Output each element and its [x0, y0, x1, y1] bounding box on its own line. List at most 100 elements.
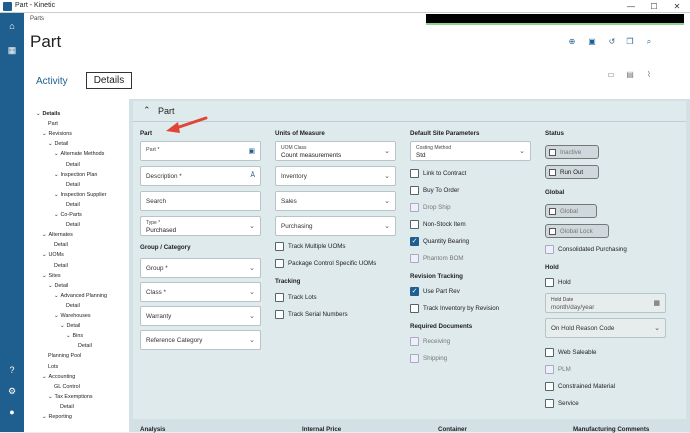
settings-icon[interactable]: ⚙ — [5, 384, 19, 398]
web-saleable-checkbox[interactable] — [545, 348, 554, 357]
help-icon[interactable]: ? — [5, 363, 19, 377]
track-inventory-revision-checkbox[interactable] — [410, 304, 419, 313]
collapse-chevron-icon[interactable]: ⌃ — [143, 105, 151, 116]
hold-date-field[interactable]: Hold Date month/day/year ▦ — [545, 293, 666, 313]
expand-chevron-icon[interactable]: ⌄ — [42, 414, 47, 420]
buy-to-order-checkbox[interactable] — [410, 186, 419, 195]
purchasing-uom-select[interactable]: Purchasing ⌄ — [275, 216, 396, 236]
nav-item-inspection-supplier[interactable]: ⌄ Inspection Supplier — [54, 192, 106, 198]
add-icon[interactable]: ⊕ — [567, 37, 577, 47]
nav-item-lots[interactable]: Lots — [48, 364, 58, 370]
service-checkbox[interactable] — [545, 399, 554, 408]
breadcrumb[interactable]: Parts — [30, 16, 44, 22]
part-field[interactable]: Part * ▣ — [140, 141, 261, 161]
nav-item-alternates[interactable]: ⌄ Alternates — [42, 232, 73, 238]
uom-class-select[interactable]: UOM Class Count measurements ⌄ — [275, 141, 396, 161]
expand-chevron-icon[interactable]: ⌄ — [48, 394, 53, 400]
track-lots-checkbox[interactable] — [275, 293, 284, 302]
costing-method-select[interactable]: Costing Method Std ⌄ — [410, 141, 531, 161]
close-button[interactable]: ✕ — [666, 0, 688, 13]
expand-chevron-icon[interactable]: ⌄ — [54, 172, 59, 178]
drop-ship-checkbox[interactable] — [410, 203, 419, 212]
card-icon[interactable]: ▤ — [625, 70, 635, 80]
calendar-icon[interactable]: ▦ — [653, 299, 660, 307]
nav-item-detail[interactable]: ⌄ Detail — [60, 323, 80, 329]
nav-item-detail[interactable]: ⌄ Detail — [48, 283, 68, 289]
expand-chevron-icon[interactable]: ⌄ — [36, 111, 41, 117]
save-icon[interactable]: ▣ — [587, 37, 597, 47]
expand-chevron-icon[interactable]: ⌄ — [54, 313, 59, 319]
description-field[interactable]: Description * Ā — [140, 166, 261, 186]
document-icon[interactable]: ▭ — [606, 70, 616, 80]
inventory-uom-select[interactable]: Inventory ⌄ — [275, 166, 396, 186]
nav-item-detail[interactable]: Detail — [66, 303, 80, 309]
nav-item-detail[interactable]: Detail — [66, 202, 80, 208]
apps-grid-icon[interactable]: ▦ — [5, 43, 19, 57]
expand-chevron-icon[interactable]: ⌄ — [42, 273, 47, 279]
run-out-toggle[interactable]: Run Out — [545, 165, 599, 179]
phantom-bom-checkbox[interactable] — [410, 254, 419, 263]
expand-chevron-icon[interactable]: ⌄ — [42, 131, 47, 137]
nav-item-tax-exemptions[interactable]: ⌄ Tax Exemptions — [48, 394, 93, 400]
expand-chevron-icon[interactable]: ⌄ — [48, 141, 53, 147]
translate-icon[interactable]: Ā — [250, 172, 255, 179]
nav-item-detail[interactable]: Detail — [60, 404, 74, 410]
nav-item-detail[interactable]: Detail — [66, 162, 80, 168]
reference-category-select[interactable]: Reference Category ⌄ — [140, 330, 261, 350]
undo-icon[interactable]: ↺ — [607, 37, 617, 47]
nav-item-detail[interactable]: Detail — [54, 263, 68, 269]
tab-details[interactable]: Details — [86, 72, 132, 89]
nav-item-advanced-planning[interactable]: ⌄ Advanced Planning — [54, 293, 107, 299]
expand-chevron-icon[interactable]: ⌄ — [54, 212, 59, 218]
expand-chevron-icon[interactable]: ⌄ — [42, 252, 47, 258]
search-icon[interactable]: ⌕ — [644, 37, 654, 47]
nav-item-part[interactable]: Part — [48, 121, 58, 127]
hold-reason-select[interactable]: On Hold Reason Code ⌄ — [545, 318, 666, 338]
track-serial-checkbox[interactable] — [275, 310, 284, 319]
global-lock-toggle[interactable]: Global Lock — [545, 224, 609, 238]
hold-checkbox[interactable] — [545, 278, 554, 287]
expand-chevron-icon[interactable]: ⌄ — [54, 151, 59, 157]
nav-item-uoms[interactable]: ⌄ UOMs — [42, 252, 64, 258]
nav-item-gl-control[interactable]: GL Control — [54, 384, 80, 390]
inactive-toggle[interactable]: Inactive — [545, 145, 599, 159]
expand-chevron-icon[interactable]: ⌄ — [54, 293, 59, 299]
nav-item-details[interactable]: ⌄ Details — [36, 111, 60, 117]
nav-item-detail[interactable]: Detail — [66, 222, 80, 228]
home-icon[interactable]: ⌂ — [5, 19, 19, 33]
sales-uom-select[interactable]: Sales ⌄ — [275, 191, 396, 211]
constrained-material-checkbox[interactable] — [545, 382, 554, 391]
panel-header[interactable]: ⌃ Part — [133, 101, 686, 122]
consolidated-purchasing-checkbox[interactable] — [545, 245, 554, 254]
track-multiple-uoms-checkbox[interactable] — [275, 242, 284, 251]
class-select[interactable]: Class * ⌄ — [140, 282, 261, 302]
search-field[interactable]: Search — [140, 191, 261, 211]
non-stock-checkbox[interactable] — [410, 220, 419, 229]
nav-item-planning-pool[interactable]: Planning Pool — [48, 353, 81, 359]
type-select[interactable]: Type * Purchased ⌄ — [140, 216, 261, 236]
part-search-icon[interactable]: ▣ — [248, 147, 255, 155]
quantity-bearing-checkbox[interactable]: ✓ — [410, 237, 419, 246]
expand-chevron-icon[interactable]: ⌄ — [66, 333, 71, 339]
shipping-checkbox[interactable] — [410, 354, 419, 363]
copy-icon[interactable]: ❐ — [625, 37, 635, 47]
tab-activity[interactable]: Activity — [36, 76, 68, 87]
user-icon[interactable]: ● — [5, 405, 19, 419]
plm-checkbox[interactable] — [545, 365, 554, 374]
nav-item-accounting[interactable]: ⌄ Accounting — [42, 374, 75, 380]
nav-item-detail[interactable]: Detail — [78, 343, 92, 349]
warranty-select[interactable]: Warranty ⌄ — [140, 306, 261, 326]
nav-item-co-parts[interactable]: ⌄ Co-Parts — [54, 212, 82, 218]
group-select[interactable]: Group * ⌄ — [140, 258, 261, 278]
receiving-checkbox[interactable] — [410, 337, 419, 346]
package-control-checkbox[interactable] — [275, 259, 284, 268]
nav-item-alternate-methods[interactable]: ⌄ Alternate Methods — [54, 151, 104, 157]
global-toggle[interactable]: Global — [545, 204, 597, 218]
use-part-rev-checkbox[interactable]: ✓ — [410, 287, 419, 296]
nav-item-bins[interactable]: ⌄ Bins — [66, 333, 83, 339]
attachment-icon[interactable]: ⌇ — [644, 70, 654, 80]
nav-item-detail[interactable]: Detail — [66, 182, 80, 188]
nav-item-reporting[interactable]: ⌄ Reporting — [42, 414, 72, 420]
maximize-button[interactable]: ☐ — [643, 0, 665, 13]
nav-item-sites[interactable]: ⌄ Sites — [42, 273, 61, 279]
